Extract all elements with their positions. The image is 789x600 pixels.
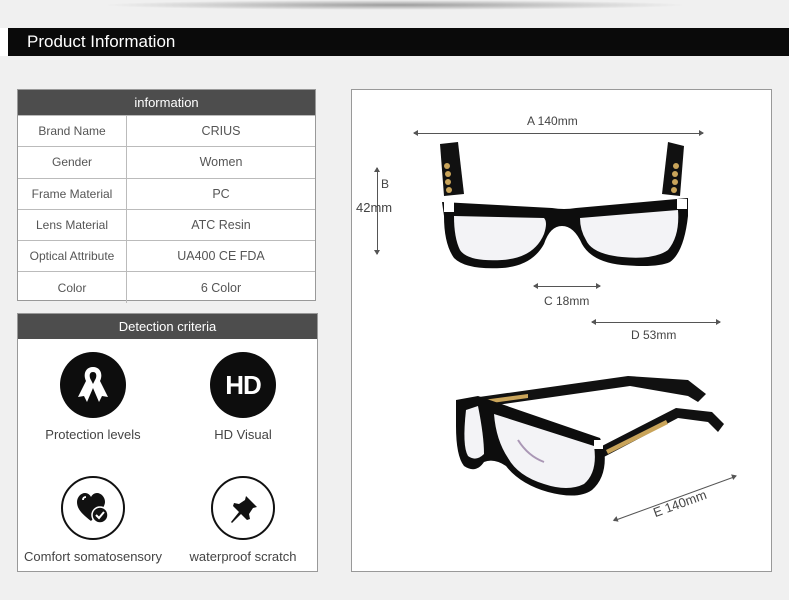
feature-hd: HD HD Visual xyxy=(168,352,318,442)
row-value: CRIUS xyxy=(201,124,241,139)
table-row: Gender Women xyxy=(18,146,315,178)
table-row: Color 6 Color xyxy=(18,271,315,303)
dimension-d-label: D 53mm xyxy=(631,328,677,342)
dimension-d-arrow xyxy=(591,319,721,325)
table-row: Frame Material PC xyxy=(18,177,315,209)
dimension-diagram: A 140mm B 42mm C 18mm D 53mm E 140mm xyxy=(351,89,772,572)
hd-icon-text: HD xyxy=(225,369,262,400)
hd-icon: HD xyxy=(210,352,276,418)
top-shadow xyxy=(100,0,690,10)
section-title-bar: Product Information xyxy=(0,28,789,56)
info-table-heading: information xyxy=(18,90,315,115)
row-value: UA400 CE FDA xyxy=(177,249,265,264)
feature-comfort: Comfort somatosensory xyxy=(18,476,168,564)
pin-icon xyxy=(211,476,275,540)
detection-heading: Detection criteria xyxy=(18,314,317,339)
info-table: information Brand Name CRIUS Gender Wome… xyxy=(17,89,316,303)
table-row: Brand Name CRIUS xyxy=(18,115,315,147)
row-key: Brand Name xyxy=(18,116,127,147)
row-key: Lens Material xyxy=(18,209,127,241)
table-row: Optical Attribute UA400 CE FDA xyxy=(18,240,315,272)
row-value: ATC Resin xyxy=(191,218,251,233)
row-value: PC xyxy=(212,186,230,201)
feature-label: Protection levels xyxy=(45,427,141,442)
feature-waterproof: waterproof scratch xyxy=(168,476,318,564)
dimension-a-label: A 140mm xyxy=(527,114,578,128)
dimension-c-arrow xyxy=(533,283,601,289)
ribbon-icon xyxy=(60,352,126,418)
feature-label: Comfort somatosensory xyxy=(24,549,162,564)
row-key: Color xyxy=(18,272,127,303)
row-key: Frame Material xyxy=(18,178,127,209)
row-value: 6 Color xyxy=(200,280,242,295)
table-row: Lens Material ATC Resin xyxy=(18,208,315,241)
dimension-b-value: 42mm xyxy=(356,200,393,215)
glasses-front-image xyxy=(440,142,688,269)
feature-label: HD Visual xyxy=(214,427,272,442)
heart-check-icon xyxy=(61,476,125,540)
feature-protection: Protection levels xyxy=(18,352,168,442)
row-value: Women xyxy=(199,155,243,170)
title-accent xyxy=(0,28,8,56)
dimension-b-letter: B xyxy=(381,177,390,191)
page-title: Product Information xyxy=(27,32,176,51)
dimension-c-label: C 18mm xyxy=(544,294,590,308)
row-key: Optical Attribute xyxy=(18,241,127,272)
glasses-angled-image xyxy=(456,376,724,496)
detection-panel: Detection criteria Protection levels HD … xyxy=(17,313,318,572)
row-key: Gender xyxy=(18,147,127,178)
feature-label: waterproof scratch xyxy=(189,549,297,564)
